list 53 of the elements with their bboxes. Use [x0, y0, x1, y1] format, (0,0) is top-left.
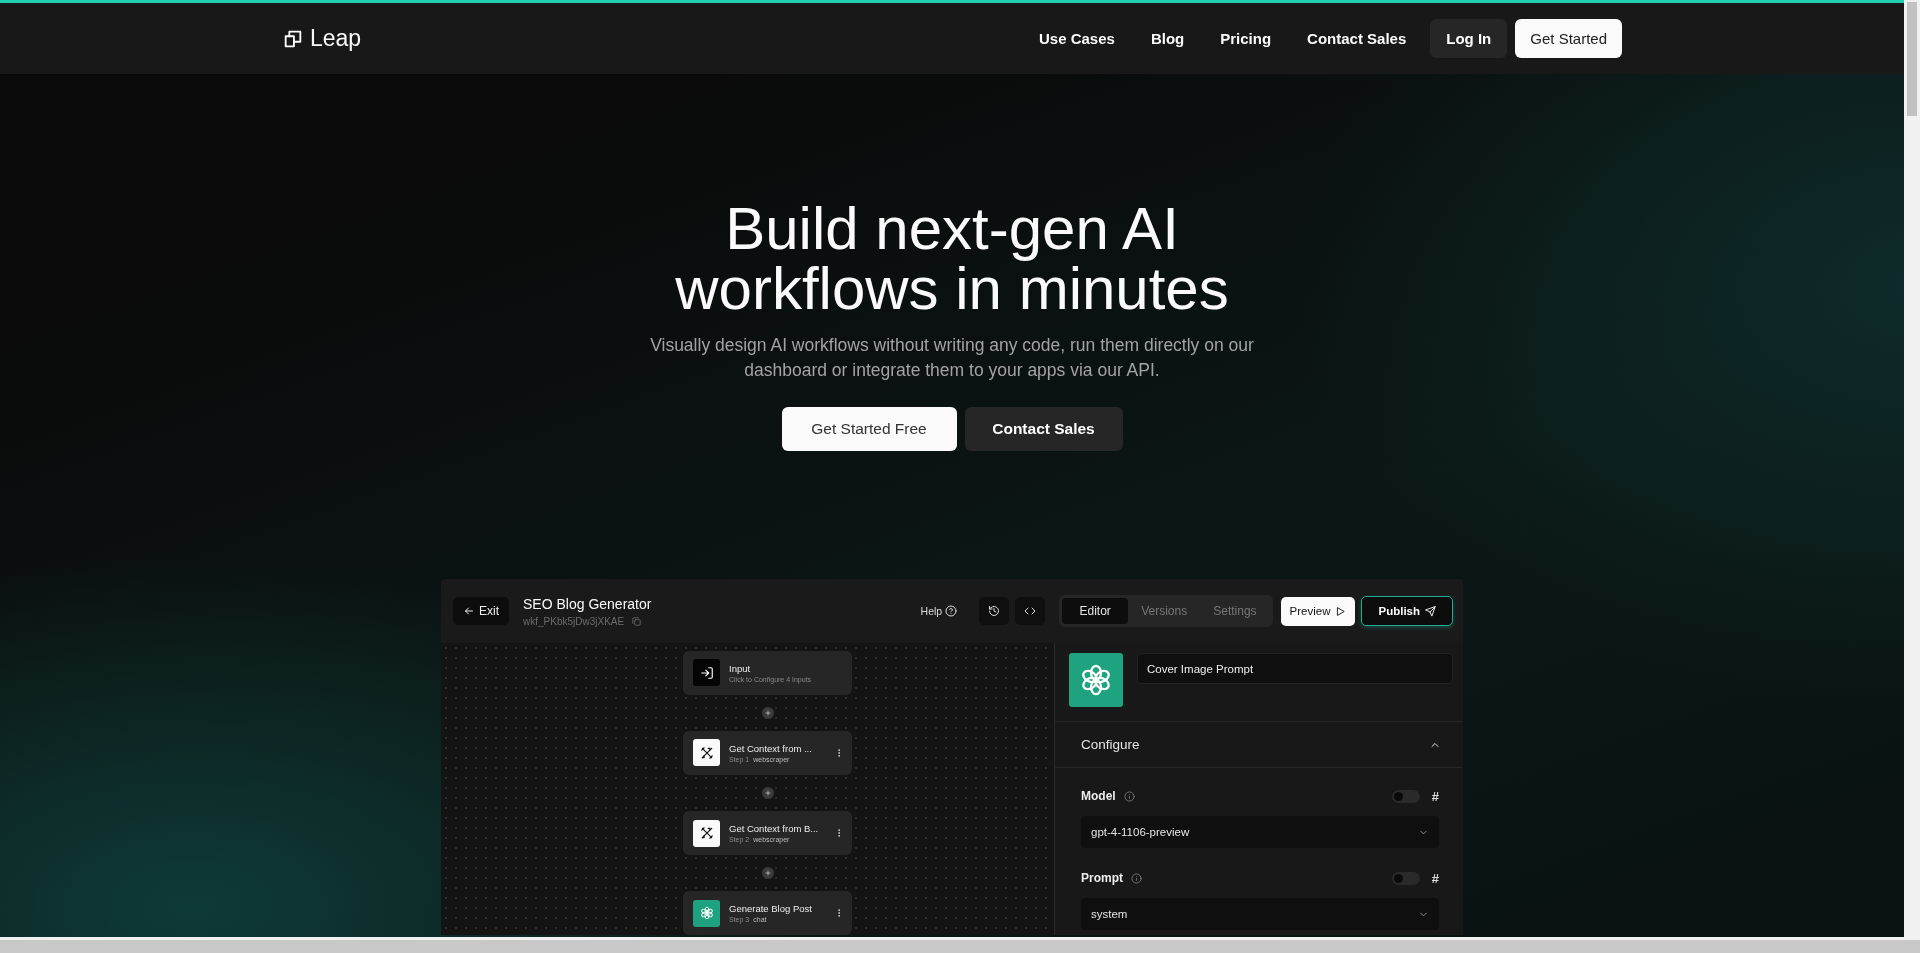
flower-icon	[1079, 663, 1113, 697]
contact-sales-button[interactable]: Contact Sales	[964, 407, 1123, 451]
field-label: Model	[1081, 789, 1116, 803]
arrow-left-icon	[463, 605, 475, 617]
logo-wordmark[interactable]: Leap	[310, 25, 362, 52]
variable-mark[interactable]: #	[1431, 870, 1439, 886]
info-icon	[1131, 872, 1142, 884]
code-icon	[1024, 605, 1037, 617]
plus-icon[interactable]	[761, 706, 774, 719]
workflow-title: SEO Blog Generator	[523, 595, 652, 612]
get-started-free-button[interactable]: Get Started Free	[781, 407, 957, 451]
hero-heading: Build next-gen AI workflows in minutes	[674, 199, 1230, 319]
node-title: Get Context from ...	[729, 743, 813, 754]
get-started-button[interactable]: Get Started	[1515, 19, 1622, 58]
dropdown[interactable]: gpt-4-1106-preview	[1081, 816, 1439, 848]
nav-link[interactable]: Contact Sales	[1293, 20, 1421, 57]
nav-link[interactable]: Use Cases	[1025, 20, 1129, 57]
input-icon	[699, 665, 714, 680]
node-title: Get Context from B...	[729, 823, 820, 835]
nav-link[interactable]: Blog	[1136, 20, 1199, 57]
hero-subtitle: Visually design AI workflows without writing any code, run them directly on our dashboard or integrate them to your apps via our API.	[649, 334, 1255, 382]
info-icon	[1123, 790, 1135, 802]
field-label: Prompt	[1081, 871, 1123, 885]
vertical-scrollbar[interactable]	[1904, 0, 1920, 937]
exit-button[interactable]: Exit	[453, 597, 509, 625]
history-icon	[988, 605, 1001, 617]
toggle-switch[interactable]	[1391, 789, 1420, 803]
workflow-id: wkf_PKbk5jDw3jXKAE	[523, 615, 625, 627]
send-icon	[1425, 605, 1436, 617]
node-title: Input	[729, 662, 752, 674]
tools-icon	[699, 826, 714, 841]
configure-section-header[interactable]: Configure	[1055, 722, 1463, 768]
plus-icon[interactable]	[761, 787, 774, 799]
section-title: Configure	[1081, 737, 1140, 752]
help-icon	[945, 605, 958, 617]
publish-button[interactable]: Publish	[1361, 596, 1453, 626]
variable-mark[interactable]: #	[1431, 788, 1439, 804]
preview-button[interactable]: Preview	[1280, 596, 1356, 626]
horizontal-scrollbar[interactable]	[0, 937, 1920, 953]
log-in-button[interactable]: Log In	[1430, 19, 1508, 58]
help-button[interactable]: Help	[914, 604, 964, 618]
flower-icon	[699, 906, 714, 921]
tab[interactable]: Editor	[1062, 598, 1129, 624]
plus-icon[interactable]	[761, 867, 774, 880]
scrollbar-thumb[interactable]	[1907, 2, 1917, 116]
tools-icon	[699, 746, 714, 760]
toggle-switch[interactable]	[1391, 871, 1420, 885]
node-title: Generate Blog Post	[729, 903, 813, 915]
node-name-field[interactable]: Cover Image Prompt	[1137, 653, 1453, 684]
history-button[interactable]	[979, 597, 1010, 625]
play-icon	[1335, 605, 1347, 617]
nav-link[interactable]: Pricing	[1206, 20, 1286, 57]
dropdown[interactable]: system	[1081, 898, 1439, 930]
